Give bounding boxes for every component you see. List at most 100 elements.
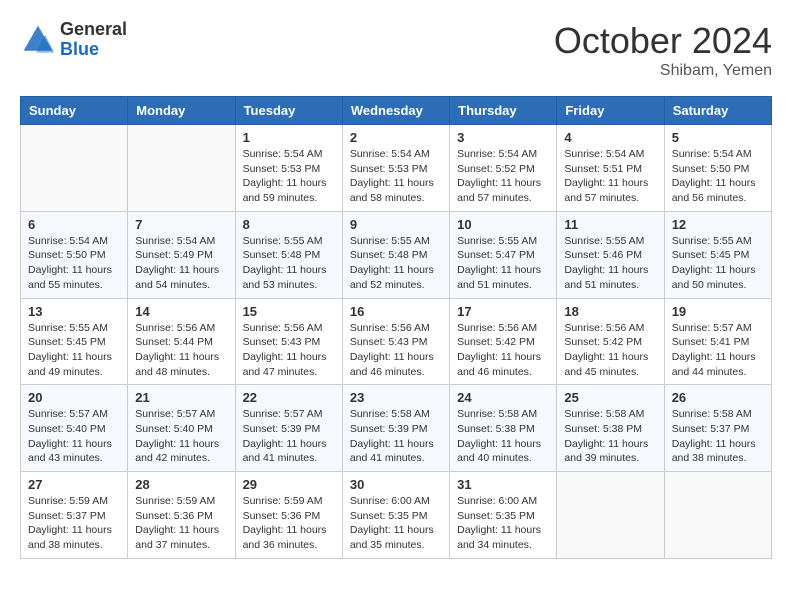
calendar-cell: 3 Sunrise: 5:54 AMSunset: 5:52 PMDaylight…	[450, 125, 557, 212]
day-number: 18	[564, 304, 656, 319]
day-number: 14	[135, 304, 227, 319]
calendar-cell: 14 Sunrise: 5:56 AMSunset: 5:44 PMDayligh…	[128, 298, 235, 385]
day-info: Sunrise: 5:55 AMSunset: 5:48 PMDaylight:…	[350, 234, 442, 293]
calendar-week-row: 20 Sunrise: 5:57 AMSunset: 5:40 PMDayligh…	[21, 385, 772, 472]
calendar-cell: 16 Sunrise: 5:56 AMSunset: 5:43 PMDayligh…	[342, 298, 449, 385]
calendar-cell: 18 Sunrise: 5:56 AMSunset: 5:42 PMDayligh…	[557, 298, 664, 385]
weekday-header: Thursday	[450, 97, 557, 125]
calendar-cell	[664, 472, 771, 559]
calendar-cell: 17 Sunrise: 5:56 AMSunset: 5:42 PMDayligh…	[450, 298, 557, 385]
page-header: General Blue October 2024 Shibam, Yemen	[20, 20, 772, 80]
day-info: Sunrise: 5:54 AMSunset: 5:52 PMDaylight:…	[457, 147, 549, 206]
location-title: Shibam, Yemen	[554, 62, 772, 80]
day-number: 13	[28, 304, 120, 319]
day-info: Sunrise: 5:57 AMSunset: 5:39 PMDaylight:…	[243, 407, 335, 466]
calendar-cell: 25 Sunrise: 5:58 AMSunset: 5:38 PMDayligh…	[557, 385, 664, 472]
day-number: 21	[135, 390, 227, 405]
calendar-week-row: 13Sunrise: 5:55 AMSunset: 5:45 PMDayligh…	[21, 298, 772, 385]
day-info: Sunrise: 5:55 AMSunset: 5:45 PMDaylight:…	[672, 234, 764, 293]
day-number: 1	[243, 130, 335, 145]
calendar-cell: 31 Sunrise: 6:00 AMSunset: 5:35 PMDayligh…	[450, 472, 557, 559]
day-info: Sunrise: 5:54 AMSunset: 5:49 PMDaylight:…	[135, 234, 227, 293]
day-info: Sunrise: 5:55 AMSunset: 5:46 PMDaylight:…	[564, 234, 656, 293]
day-number: 25	[564, 390, 656, 405]
month-title: October 2024	[554, 20, 772, 62]
calendar-cell: 26 Sunrise: 5:58 AMSunset: 5:37 PMDayligh…	[664, 385, 771, 472]
day-info: Sunrise: 5:57 AMSunset: 5:41 PMDaylight:…	[672, 321, 764, 380]
calendar-table: SundayMondayTuesdayWednesdayThursdayFrid…	[20, 96, 772, 559]
calendar-cell: 23 Sunrise: 5:58 AMSunset: 5:39 PMDayligh…	[342, 385, 449, 472]
day-info: Sunrise: 5:54 AMSunset: 5:53 PMDaylight:…	[350, 147, 442, 206]
day-number: 28	[135, 477, 227, 492]
day-info: Sunrise: 5:58 AMSunset: 5:39 PMDaylight:…	[350, 407, 442, 466]
day-number: 3	[457, 130, 549, 145]
day-number: 23	[350, 390, 442, 405]
calendar-cell: 2 Sunrise: 5:54 AMSunset: 5:53 PMDaylight…	[342, 125, 449, 212]
day-number: 11	[564, 217, 656, 232]
day-number: 8	[243, 217, 335, 232]
day-number: 19	[672, 304, 764, 319]
day-number: 22	[243, 390, 335, 405]
day-number: 16	[350, 304, 442, 319]
day-number: 10	[457, 217, 549, 232]
weekday-header: Wednesday	[342, 97, 449, 125]
calendar-cell: 30Sunrise: 6:00 AMSunset: 5:35 PMDayligh…	[342, 472, 449, 559]
day-number: 17	[457, 304, 549, 319]
weekday-header: Friday	[557, 97, 664, 125]
calendar-cell: 21 Sunrise: 5:57 AMSunset: 5:40 PMDayligh…	[128, 385, 235, 472]
calendar-header-row: SundayMondayTuesdayWednesdayThursdayFrid…	[21, 97, 772, 125]
day-info: Sunrise: 5:56 AMSunset: 5:43 PMDaylight:…	[243, 321, 335, 380]
day-info: Sunrise: 5:56 AMSunset: 5:42 PMDaylight:…	[564, 321, 656, 380]
calendar-cell: 1 Sunrise: 5:54 AMSunset: 5:53 PMDaylight…	[235, 125, 342, 212]
calendar-cell: 20Sunrise: 5:57 AMSunset: 5:40 PMDayligh…	[21, 385, 128, 472]
day-number: 5	[672, 130, 764, 145]
title-block: October 2024 Shibam, Yemen	[554, 20, 772, 80]
calendar-cell: 19 Sunrise: 5:57 AMSunset: 5:41 PMDayligh…	[664, 298, 771, 385]
calendar-cell: 12 Sunrise: 5:55 AMSunset: 5:45 PMDayligh…	[664, 211, 771, 298]
calendar-cell	[21, 125, 128, 212]
calendar-cell: 22 Sunrise: 5:57 AMSunset: 5:39 PMDayligh…	[235, 385, 342, 472]
day-info: Sunrise: 5:54 AMSunset: 5:53 PMDaylight:…	[243, 147, 335, 206]
day-number: 31	[457, 477, 549, 492]
day-number: 30	[350, 477, 442, 492]
calendar-cell: 10 Sunrise: 5:55 AMSunset: 5:47 PMDayligh…	[450, 211, 557, 298]
day-info: Sunrise: 5:56 AMSunset: 5:44 PMDaylight:…	[135, 321, 227, 380]
logo-icon	[20, 22, 56, 58]
weekday-header: Monday	[128, 97, 235, 125]
day-info: Sunrise: 5:54 AMSunset: 5:51 PMDaylight:…	[564, 147, 656, 206]
day-info: Sunrise: 5:55 AMSunset: 5:47 PMDaylight:…	[457, 234, 549, 293]
logo-general-text: General	[60, 20, 127, 40]
calendar-cell: 9Sunrise: 5:55 AMSunset: 5:48 PMDaylight…	[342, 211, 449, 298]
calendar-cell: 5Sunrise: 5:54 AMSunset: 5:50 PMDaylight…	[664, 125, 771, 212]
day-number: 4	[564, 130, 656, 145]
logo-blue-text: Blue	[60, 40, 127, 60]
day-info: Sunrise: 5:58 AMSunset: 5:37 PMDaylight:…	[672, 407, 764, 466]
calendar-cell: 7 Sunrise: 5:54 AMSunset: 5:49 PMDaylight…	[128, 211, 235, 298]
calendar-cell	[128, 125, 235, 212]
calendar-cell: 4 Sunrise: 5:54 AMSunset: 5:51 PMDaylight…	[557, 125, 664, 212]
day-info: Sunrise: 5:56 AMSunset: 5:42 PMDaylight:…	[457, 321, 549, 380]
day-info: Sunrise: 6:00 AMSunset: 5:35 PMDaylight:…	[457, 494, 549, 553]
calendar-week-row: 6 Sunrise: 5:54 AMSunset: 5:50 PMDaylight…	[21, 211, 772, 298]
day-number: 12	[672, 217, 764, 232]
day-info: Sunrise: 5:57 AMSunset: 5:40 PMDaylight:…	[135, 407, 227, 466]
calendar-cell: 29Sunrise: 5:59 AMSunset: 5:36 PMDayligh…	[235, 472, 342, 559]
day-number: 6	[28, 217, 120, 232]
calendar-cell: 27Sunrise: 5:59 AMSunset: 5:37 PMDayligh…	[21, 472, 128, 559]
day-info: Sunrise: 5:59 AMSunset: 5:36 PMDaylight:…	[243, 494, 335, 553]
day-number: 20	[28, 390, 120, 405]
calendar-week-row: 27Sunrise: 5:59 AMSunset: 5:37 PMDayligh…	[21, 472, 772, 559]
calendar-cell: 6 Sunrise: 5:54 AMSunset: 5:50 PMDaylight…	[21, 211, 128, 298]
day-number: 27	[28, 477, 120, 492]
day-number: 15	[243, 304, 335, 319]
calendar-cell: 13Sunrise: 5:55 AMSunset: 5:45 PMDayligh…	[21, 298, 128, 385]
day-info: Sunrise: 5:58 AMSunset: 5:38 PMDaylight:…	[564, 407, 656, 466]
day-number: 7	[135, 217, 227, 232]
calendar-cell: 8Sunrise: 5:55 AMSunset: 5:48 PMDaylight…	[235, 211, 342, 298]
day-info: Sunrise: 5:56 AMSunset: 5:43 PMDaylight:…	[350, 321, 442, 380]
day-number: 26	[672, 390, 764, 405]
logo: General Blue	[20, 20, 127, 60]
day-info: Sunrise: 5:54 AMSunset: 5:50 PMDaylight:…	[28, 234, 120, 293]
day-number: 2	[350, 130, 442, 145]
day-number: 24	[457, 390, 549, 405]
